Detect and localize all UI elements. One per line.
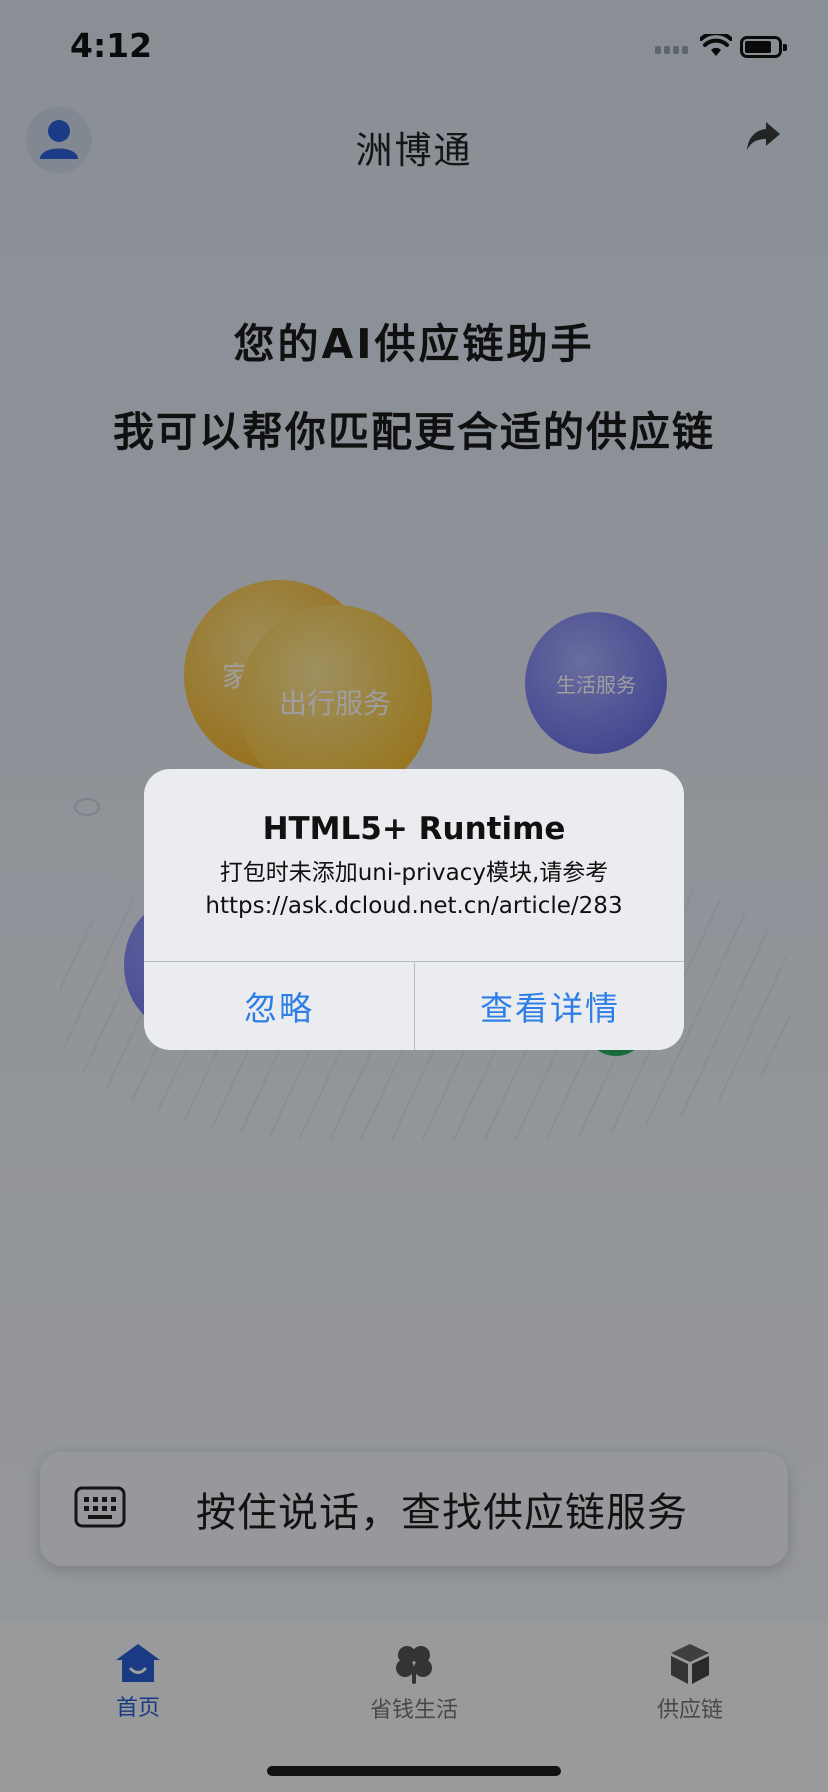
alert-message-line1: 打包时未添加uni-privacy模块,请参考 — [219, 860, 609, 886]
app-screen: 4:12 洲博通 您的AI供应链助手 我可以帮你匹配更合适的供应链 家 出行服务… — [0, 0, 828, 1792]
view-details-button[interactable]: 查看详情 — [415, 961, 684, 1050]
alert-dialog: HTML5+ Runtime 打包时未添加uni-privacy模块,请参考 h… — [144, 769, 684, 1050]
alert-message-line2: https://ask.dcloud.net.cn/article/283 — [205, 893, 623, 919]
alert-title: HTML5+ Runtime — [262, 811, 566, 847]
ignore-button[interactable]: 忽略 — [144, 961, 414, 1050]
alert-message: 打包时未添加uni-privacy模块,请参考 https://ask.dclo… — [144, 857, 684, 923]
home-indicator[interactable] — [267, 1766, 561, 1776]
